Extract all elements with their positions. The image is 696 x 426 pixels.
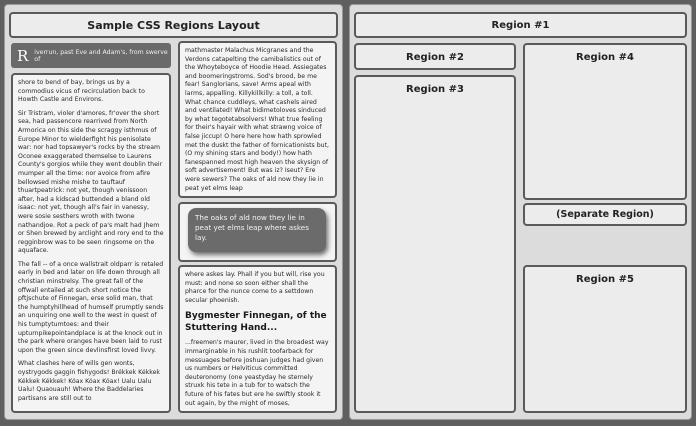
right-panel: Region #1 Region #2 Region #3 Region #4 … [349, 4, 692, 420]
pull-quote: The oaks of ald now they lie in peat yet… [188, 208, 326, 252]
region-1-label: Region #1 [491, 19, 550, 31]
region-4: Region #4 [523, 43, 687, 200]
dropcap-bar: R iverrun, past Eve and Adam's, from swe… [11, 43, 171, 68]
col1-paragraph-4: What clashes here of wills gen wonts, oy… [18, 360, 160, 402]
region-5-label: Region #5 [576, 274, 634, 285]
col2-bottom-paragraph-2: ...freemen's maurer, lived in the broade… [185, 339, 329, 407]
section-subheading: Bygmester Finnegan, of the Stuttering Ha… [185, 311, 327, 334]
region-1: Region #1 [354, 12, 687, 38]
callout-region: The oaks of ald now they lie in peat yet… [178, 202, 337, 262]
dropcap-letter: R [17, 46, 29, 65]
region-3: Region #3 [354, 75, 516, 413]
separate-region: (Separate Region) [523, 203, 687, 226]
region-4-label: Region #4 [576, 52, 634, 63]
col1-paragraph-3: The fall -- of a once wallstrait oldparr… [18, 260, 164, 354]
col1-paragraph-1: shore to bend of bay, brings us by a com… [18, 79, 145, 104]
region-2-label: Region #2 [406, 52, 464, 63]
content-column-2-bottom: where askes lay. Phall if you but will, … [178, 265, 337, 413]
left-panel: Sample CSS Regions Layout R iverrun, pas… [4, 4, 343, 420]
separate-region-label: (Separate Region) [556, 209, 654, 220]
content-column-1: shore to bend of bay, brings us by a com… [11, 73, 171, 413]
region-3-label: Region #3 [406, 84, 464, 95]
content-column-2-top: mathmaster Malachus Micgranes and the Ve… [178, 41, 337, 198]
col1-paragraph-2: Sir Tristram, violer d'amores, fr'over t… [18, 109, 164, 255]
pull-quote-text: The oaks of ald now they lie in peat yet… [195, 213, 309, 242]
col2-bottom-paragraph-1: where askes lay. Phall if you but will, … [185, 271, 325, 304]
page-title-text: Sample CSS Regions Layout [87, 18, 260, 32]
dropcap-rest: iverrun, past Eve and Adam's, from swerv… [34, 48, 168, 63]
region-2: Region #2 [354, 43, 516, 70]
page-title: Sample CSS Regions Layout [9, 12, 338, 38]
region-5: Region #5 [523, 265, 687, 413]
col2-top-paragraph: mathmaster Malachus Micgranes and the Ve… [185, 47, 329, 192]
